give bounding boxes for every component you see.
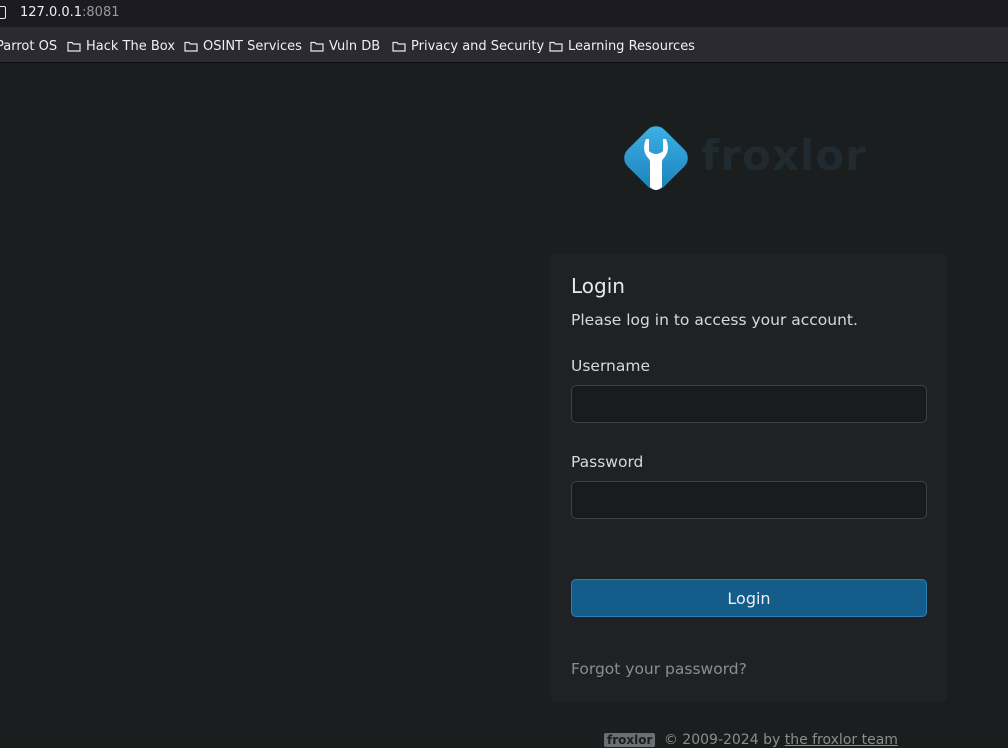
footer: froxlor © 2009-2024 by the froxlor team <box>604 732 898 748</box>
folder-icon <box>67 41 81 52</box>
footer-brand-badge: froxlor <box>604 733 656 747</box>
url-host: 127.0.0.1 <box>20 5 83 20</box>
bookmark-label: Privacy and Security <box>411 39 545 54</box>
password-input[interactable] <box>571 481 927 519</box>
bookmark-parrot-os[interactable]: Parrot OS <box>0 39 57 54</box>
bookmark-folder-privacy-and-security[interactable]: Privacy and Security <box>392 39 544 54</box>
url-port: :8081 <box>82 5 120 20</box>
bookmark-label: Parrot OS <box>0 39 58 54</box>
bookmark-label: OSINT Services <box>203 39 302 54</box>
url-text[interactable]: 127.0.0.1:8081 <box>20 5 120 20</box>
folder-icon <box>549 41 563 52</box>
username-input[interactable] <box>571 385 927 423</box>
bookmark-label: Learning Resources <box>568 39 695 54</box>
page-icon <box>0 6 6 19</box>
folder-icon <box>184 41 198 52</box>
bookmark-folder-osint-services[interactable]: OSINT Services <box>184 39 302 54</box>
username-label: Username <box>571 357 651 375</box>
wrench-logo-icon <box>624 126 688 190</box>
brand-name: froxlor <box>701 131 867 180</box>
login-card: Login Please log in to access your accou… <box>550 253 947 702</box>
bookmark-folder-learning-resources[interactable]: Learning Resources <box>549 39 695 54</box>
bookmark-label: Vuln DB <box>329 39 381 54</box>
bookmark-label: Hack The Box <box>86 39 176 54</box>
folder-icon <box>310 41 324 52</box>
password-label: Password <box>571 453 644 471</box>
footer-copyright: © 2009-2024 by <box>663 732 781 748</box>
login-button[interactable]: Login <box>571 579 927 617</box>
login-title: Login <box>571 274 625 298</box>
froxlor-logo: froxlor <box>619 121 889 195</box>
bookmark-folder-hack-the-box[interactable]: Hack The Box <box>67 39 175 54</box>
bookmark-folder-vuln-db[interactable]: Vuln DB <box>310 39 380 54</box>
bookmarks-toolbar: Parrot OS Hack The Box OSINT Services Vu… <box>0 27 1008 63</box>
folder-icon <box>392 41 406 52</box>
login-subtitle: Please log in to access your account. <box>571 311 858 329</box>
footer-team-link[interactable]: the froxlor team <box>785 732 898 748</box>
forgot-password-link[interactable]: Forgot your password? <box>571 660 747 678</box>
browser-url-bar[interactable]: 127.0.0.1:8081 <box>0 0 1008 27</box>
